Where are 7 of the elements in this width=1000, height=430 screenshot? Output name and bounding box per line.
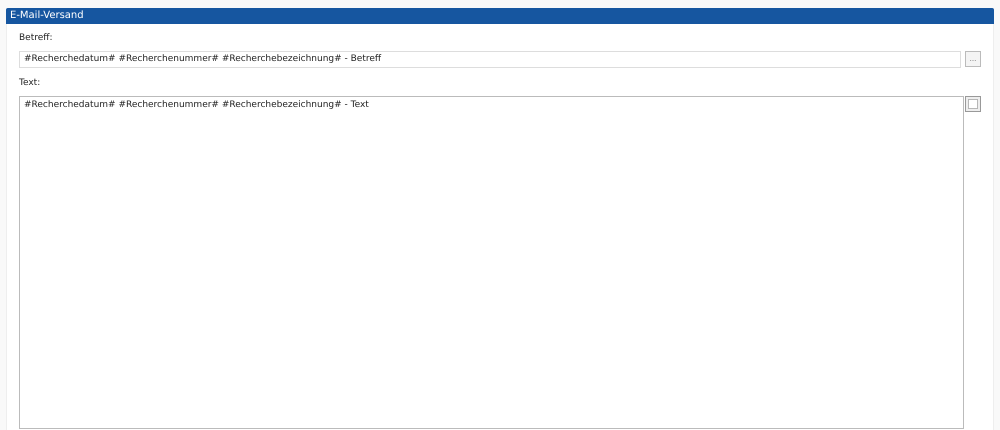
subject-field[interactable]: #Recherchedatum# #Recherchenummer# #Recherchebezeichnung# - Betreff: [19, 50, 961, 68]
field-label: Betreff:: [19, 32, 53, 45]
field-label: Text:: [19, 76, 40, 90]
editor-button[interactable]: [965, 96, 981, 112]
text-field[interactable]: #Recherchedatum# #Recherchenummer# #Recherchebezeichnung# - Text: [19, 96, 964, 429]
window-icon: [968, 99, 978, 109]
panel-header: E-Mail-Versand: [6, 8, 994, 24]
